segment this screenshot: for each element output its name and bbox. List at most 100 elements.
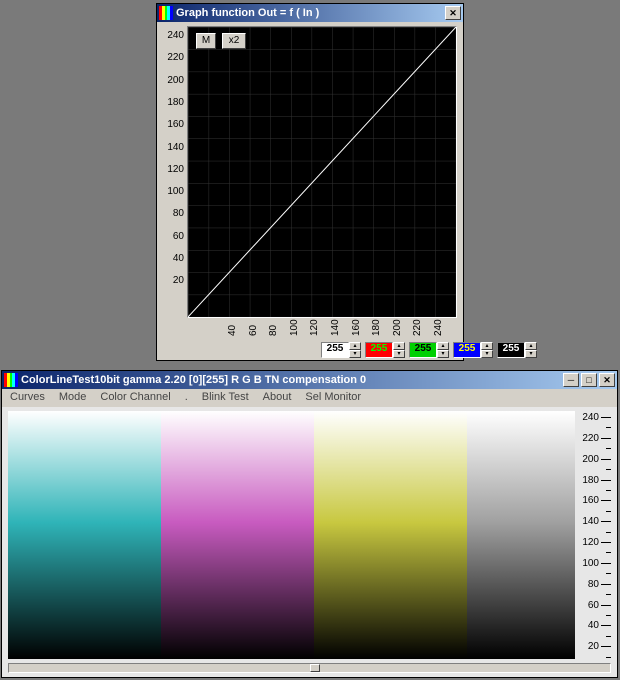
y-axis-ticks: 240 220 200 180 160 140 120 100 80 60 40 20 — [160, 26, 187, 318]
palette-icon — [4, 373, 18, 387]
horizontal-scrollbar[interactable] — [8, 663, 611, 673]
ruler-tick-label: 200 — [582, 454, 611, 465]
x-tick-label: 220 — [412, 319, 423, 336]
y-tick-label: 140 — [167, 142, 184, 153]
x-tick-label: 140 — [330, 319, 341, 336]
y-tick-label: 20 — [173, 275, 184, 286]
m-button[interactable]: M — [196, 33, 216, 49]
cyan-column — [8, 411, 161, 659]
chevron-down-icon[interactable]: ▾ — [481, 350, 493, 358]
main-title: ColorLineTest10bit gamma 2.20 [0][255] R… — [21, 374, 366, 386]
chevron-up-icon[interactable]: ▴ — [393, 342, 405, 350]
spinner-value[interactable]: 255 — [453, 342, 481, 358]
menu-item[interactable]: About — [263, 391, 292, 405]
x-tick-label: 40 — [227, 325, 238, 336]
minimize-icon[interactable]: ─ — [563, 373, 579, 387]
close-icon[interactable]: ✕ — [599, 373, 615, 387]
y-tick-label: 220 — [167, 52, 184, 63]
main-titlebar[interactable]: ColorLineTest10bit gamma 2.20 [0][255] R… — [2, 371, 617, 389]
menu-item[interactable]: Color Channel — [100, 391, 170, 405]
ruler-tick-label: 120 — [582, 537, 611, 548]
y-tick-label: 180 — [167, 97, 184, 108]
k-spinner[interactable]: 255▴▾ — [321, 341, 361, 359]
ruler-tick-label: 80 — [588, 579, 611, 590]
graph-plot-area[interactable]: M x2 — [187, 26, 457, 318]
menu-item[interactable]: . — [185, 391, 188, 405]
colorline-window: ColorLineTest10bit gamma 2.20 [0][255] R… — [1, 370, 618, 678]
maximize-icon[interactable]: □ — [581, 373, 597, 387]
spinner-value[interactable]: 255 — [321, 342, 349, 358]
spinner-value[interactable]: 255 — [365, 342, 393, 358]
y-tick-label: 60 — [173, 231, 184, 242]
b-spinner[interactable]: 255▴▾ — [453, 341, 493, 359]
y-tick-label: 120 — [167, 164, 184, 175]
spinner-row: 255▴▾255▴▾255▴▾255▴▾255▴▾ — [321, 341, 537, 359]
ruler-minor-tick — [606, 490, 611, 491]
chevron-up-icon[interactable]: ▴ — [481, 342, 493, 350]
gradient-test-area — [8, 411, 575, 659]
y-tick-label: 40 — [173, 253, 184, 264]
r-spinner[interactable]: 255▴▾ — [365, 341, 405, 359]
x-tick-label: 240 — [433, 319, 444, 336]
ruler-tick-label: 240 — [582, 412, 611, 423]
ruler-minor-tick — [606, 573, 611, 574]
ruler-tick-label: 160 — [582, 495, 611, 506]
close-icon[interactable]: ✕ — [445, 6, 461, 20]
ruler-minor-tick — [606, 511, 611, 512]
ruler-minor-tick — [606, 427, 611, 428]
x-tick-label: 200 — [392, 319, 403, 336]
ruler-tick-label: 20 — [588, 641, 611, 652]
palette-icon — [159, 6, 173, 20]
x-axis-ticks: 40 60 80 100 120 140 160 180 200 220 240 — [187, 320, 457, 338]
menu-item[interactable]: Curves — [10, 391, 45, 405]
graph-titlebar[interactable]: Graph function Out = f ( In ) ✕ — [157, 4, 463, 22]
chevron-up-icon[interactable]: ▴ — [349, 342, 361, 350]
chevron-down-icon[interactable]: ▾ — [393, 350, 405, 358]
ruler-tick-label: 60 — [588, 600, 611, 611]
main-menubar: Curves Mode Color Channel. Blink Test About S… — [2, 389, 617, 407]
menu-item[interactable]: Blink Test — [202, 391, 249, 405]
ruler-minor-tick — [606, 469, 611, 470]
ruler-tick-label: 40 — [588, 620, 611, 631]
g-spinner[interactable]: 255▴▾ — [409, 341, 449, 359]
grey-column — [467, 411, 575, 659]
y-tick-label: 200 — [167, 75, 184, 86]
yellow-column — [314, 411, 467, 659]
chevron-up-icon[interactable]: ▴ — [437, 342, 449, 350]
ruler-minor-tick — [606, 636, 611, 637]
x-tick-label: 80 — [268, 325, 279, 336]
x-tick-label: 120 — [309, 319, 320, 336]
y-tick-label: 80 — [173, 208, 184, 219]
y-tick-label: 160 — [167, 119, 184, 130]
ruler-tick-label: 140 — [582, 516, 611, 527]
y-tick-label: 100 — [167, 186, 184, 197]
x-tick-label: 160 — [351, 319, 362, 336]
x2-button[interactable]: x2 — [222, 33, 246, 49]
x-tick-label: 100 — [289, 319, 300, 336]
graph-window: Graph function Out = f ( In ) ✕ 240 220 20… — [156, 3, 464, 361]
chevron-down-icon[interactable]: ▾ — [349, 350, 361, 358]
spinner-value[interactable]: 255 — [497, 342, 525, 358]
x-tick-label: 60 — [248, 325, 259, 336]
ruler-minor-tick — [606, 532, 611, 533]
ruler-tick-label: 180 — [582, 475, 611, 486]
scrollbar-thumb[interactable] — [310, 664, 320, 672]
w-spinner[interactable]: 255▴▾ — [497, 341, 537, 359]
ruler-minor-tick — [606, 615, 611, 616]
chevron-down-icon[interactable]: ▾ — [437, 350, 449, 358]
y-tick-label: 240 — [167, 30, 184, 41]
value-ruler: 240 220 200 180 160 140 120 100 80 60 40 20 — [577, 411, 611, 659]
menu-item[interactable]: Sel Monitor — [305, 391, 361, 405]
ruler-minor-tick — [606, 552, 611, 553]
ruler-minor-tick — [606, 448, 611, 449]
grid-lines — [188, 27, 456, 317]
chevron-down-icon[interactable]: ▾ — [525, 350, 537, 358]
graph-title: Graph function Out = f ( In ) — [176, 7, 319, 19]
ruler-tick-label: 220 — [582, 433, 611, 444]
spinner-value[interactable]: 255 — [409, 342, 437, 358]
magenta-column — [161, 411, 314, 659]
ruler-tick-label: 100 — [582, 558, 611, 569]
x-tick-label: 180 — [371, 319, 382, 336]
menu-item[interactable]: Mode — [59, 391, 87, 405]
chevron-up-icon[interactable]: ▴ — [525, 342, 537, 350]
